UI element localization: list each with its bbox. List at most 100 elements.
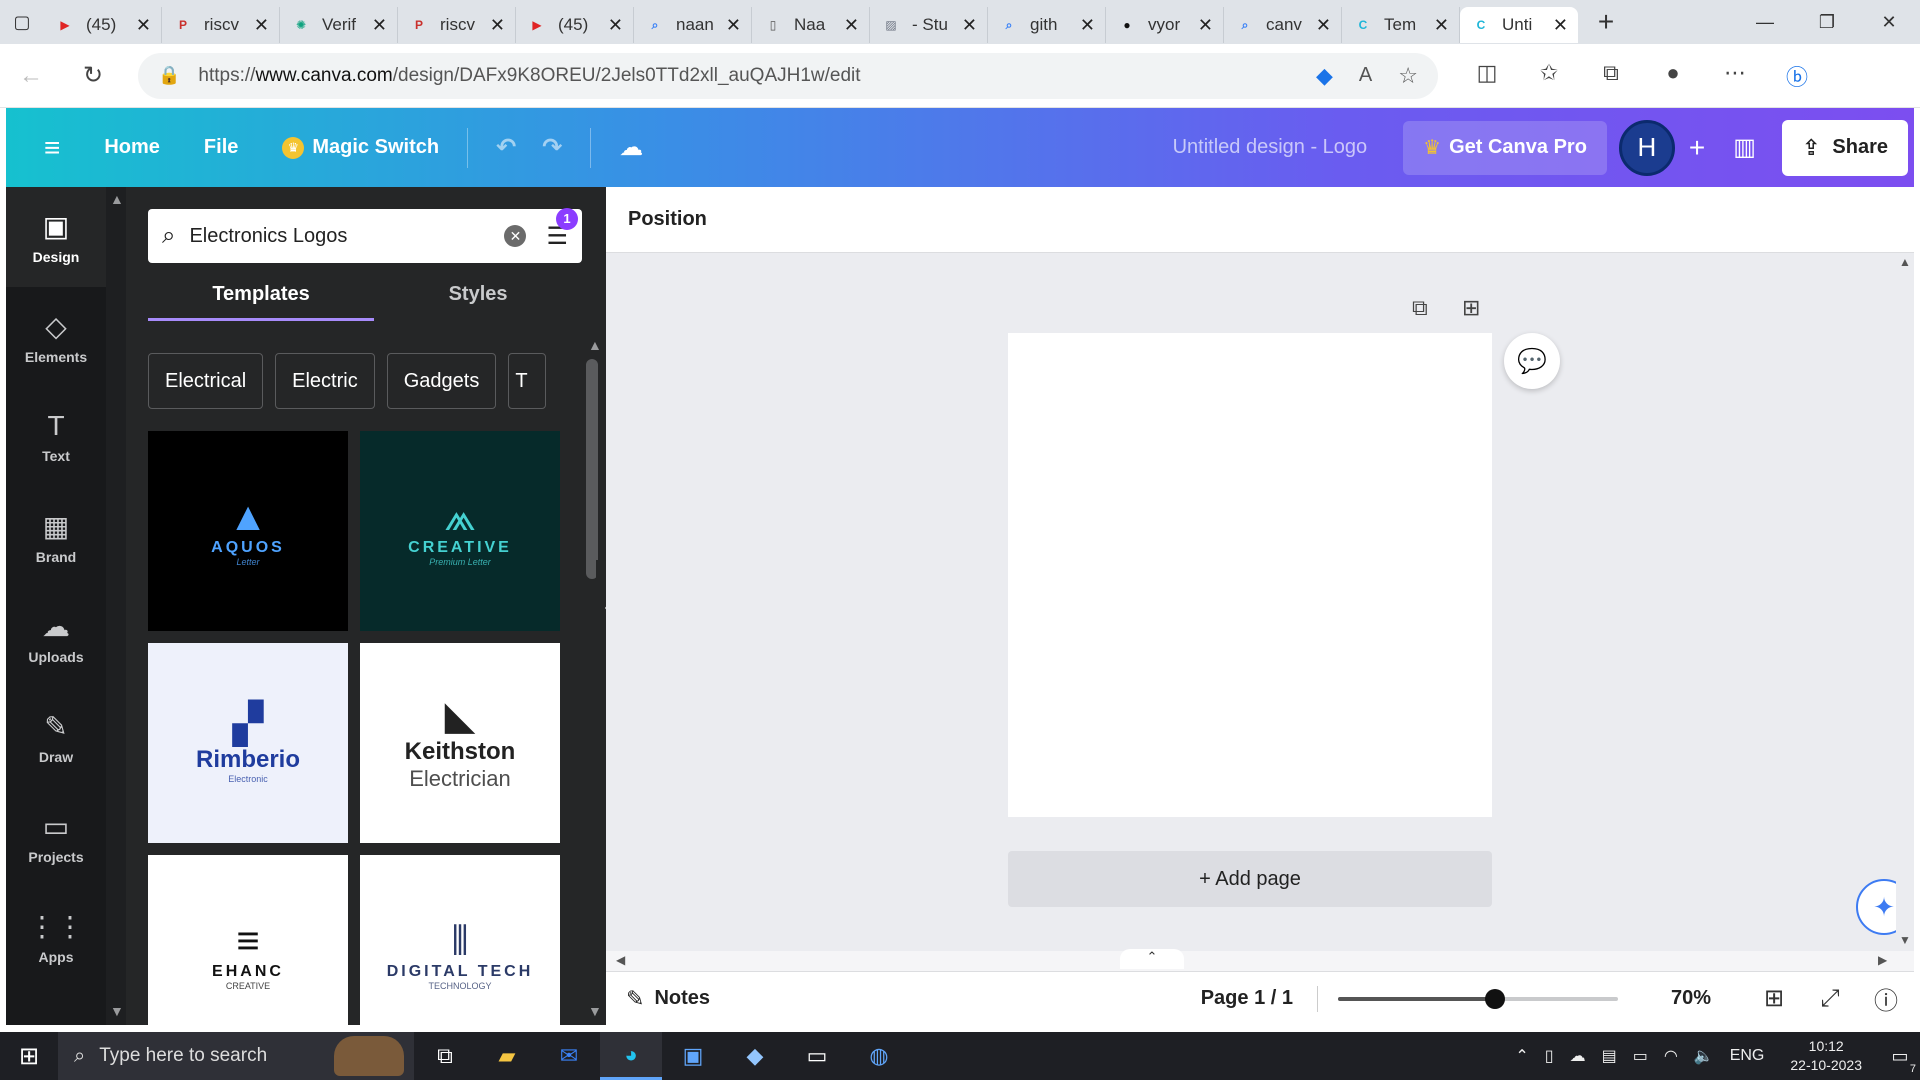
url-field[interactable]: 🔒 https://www.canva.com/design/DAFx9K8OR… — [138, 52, 1438, 99]
rail-item-design[interactable]: ▣ Design — [6, 187, 106, 287]
close-tab-icon[interactable]: ✕ — [1316, 15, 1331, 36]
magic-switch-button[interactable]: ♛ Magic Switch — [260, 136, 461, 159]
panel-scrollbar-thumb[interactable] — [586, 359, 598, 579]
edge-browser-icon[interactable]: ◕ — [600, 1032, 662, 1080]
template-thumbnail[interactable]: ▞ Rimberio Electronic — [148, 643, 348, 843]
more-menu-icon[interactable]: ⋯ — [1704, 60, 1766, 92]
file-explorer-icon[interactable]: ▰ — [476, 1032, 538, 1080]
zoom-slider-handle[interactable] — [1484, 988, 1505, 1009]
close-tab-icon[interactable]: ✕ — [1198, 15, 1213, 36]
editor-vertical-scrollbar[interactable]: ▲ ▼ — [1896, 253, 1914, 951]
mail-icon[interactable]: ✉ — [538, 1032, 600, 1080]
share-button[interactable]: ⇪ Share — [1781, 119, 1908, 176]
tab-actions-icon[interactable]: ▢ — [0, 0, 44, 44]
avatar[interactable]: H — [1618, 119, 1675, 176]
template-thumbnail[interactable]: ⫴ DIGITAL TECH TECHNOLOGY — [360, 855, 560, 1025]
template-thumbnail[interactable]: ◣ Keithston Electrician — [360, 643, 560, 843]
close-window-icon[interactable]: ✕ — [1858, 12, 1920, 33]
editor-horizontal-scrollbar[interactable]: ◀ ⌃ ▶ — [606, 949, 1914, 971]
search-input[interactable] — [189, 224, 505, 248]
scroll-down-icon[interactable]: ▼ — [1899, 933, 1911, 947]
app-icon[interactable]: ◆ — [724, 1032, 786, 1080]
add-page-icon[interactable]: ⊞ — [1462, 295, 1480, 321]
browser-tab[interactable]: ▨ - Stu ✕ — [870, 7, 988, 43]
rail-item-text[interactable]: T Text — [6, 387, 106, 487]
rail-scrollbar[interactable]: ▲ ▼ — [106, 187, 126, 1025]
close-tab-icon[interactable]: ✕ — [136, 15, 151, 36]
collections-icon[interactable]: ⧉ — [1580, 60, 1642, 92]
template-thumbnail[interactable]: ⩕ CREATIVE Premium Letter — [360, 431, 560, 631]
filter-icon[interactable]: ☰ 1 — [546, 207, 578, 251]
browser-tab[interactable]: C Unti ✕ — [1460, 7, 1578, 43]
battery-icon[interactable]: ▭ — [1633, 1046, 1648, 1066]
template-thumbnail[interactable]: ▲ AQUOS Letter — [148, 431, 348, 631]
panel-scroll-up-icon[interactable]: ▲ — [588, 337, 602, 353]
close-tab-icon[interactable]: ✕ — [962, 15, 977, 36]
undo-icon[interactable]: ↶ — [474, 133, 538, 162]
rail-item-projects[interactable]: ▭ Projects — [6, 787, 106, 887]
favorite-star-icon[interactable]: ☆ — [1398, 63, 1418, 89]
category-chip[interactable]: Electric — [275, 353, 375, 409]
close-tab-icon[interactable]: ✕ — [254, 15, 269, 36]
photos-icon[interactable]: ▣ — [662, 1032, 724, 1080]
notification-icon[interactable]: ▭ 7 — [1880, 1046, 1920, 1075]
get-canva-pro-button[interactable]: ♛ Get Canva Pro — [1403, 120, 1607, 175]
shopping-tag-icon[interactable]: ◆ — [1316, 63, 1333, 89]
clear-search-icon[interactable]: ✕ — [504, 225, 527, 247]
add-comment-icon[interactable]: 💬 — [1504, 333, 1560, 389]
cloud-saved-icon[interactable]: ☁ — [597, 133, 665, 162]
browser-tab[interactable]: ▶ (45) ✕ — [516, 7, 634, 43]
page-count[interactable]: Page 1 / 1 — [1201, 987, 1293, 1010]
browser-tab[interactable]: ⌕ canv ✕ — [1224, 7, 1342, 43]
wifi-icon[interactable]: ◠ — [1664, 1046, 1678, 1066]
minimize-icon[interactable]: — — [1734, 12, 1796, 33]
help-icon[interactable]: ⓘ — [1858, 981, 1914, 1016]
notes-button[interactable]: ✎ Notes — [606, 986, 710, 1012]
position-button[interactable]: Position — [628, 208, 707, 231]
design-title[interactable]: Untitled design - Logo — [1173, 136, 1368, 159]
close-tab-icon[interactable]: ✕ — [372, 15, 387, 36]
bing-icon[interactable]: ⓑ — [1766, 60, 1828, 92]
favorites-icon[interactable]: ✩ — [1518, 60, 1580, 92]
scroll-right-icon[interactable]: ▶ — [1878, 953, 1887, 967]
rail-item-uploads[interactable]: ☁ Uploads — [6, 587, 106, 687]
browser-tab[interactable]: Priscv ✕ — [162, 7, 280, 43]
scroll-up-icon[interactable]: ▲ — [110, 191, 124, 207]
close-tab-icon[interactable]: ✕ — [1553, 15, 1568, 36]
file-menu-button[interactable]: File — [182, 136, 260, 159]
taskbar-search[interactable]: ⌕ Type here to search — [58, 1032, 414, 1080]
new-tab-button[interactable]: + — [1584, 6, 1628, 38]
show-pages-chevron-icon[interactable]: ⌃ — [1120, 949, 1184, 969]
clock[interactable]: 10:12 22-10-2023 — [1790, 1037, 1862, 1075]
browser-tab[interactable]: C Tem ✕ — [1342, 7, 1460, 43]
grid-view-icon[interactable]: ⊞ — [1746, 984, 1802, 1013]
tab-templates[interactable]: Templates — [148, 277, 375, 321]
split-screen-icon[interactable]: ◫ — [1456, 60, 1518, 92]
task-view-icon[interactable]: ⧉ — [414, 1032, 476, 1080]
cloud-icon[interactable]: ☁ — [1570, 1046, 1586, 1066]
back-icon[interactable]: ← — [0, 62, 62, 90]
terminal-icon[interactable]: ▭ — [786, 1032, 848, 1080]
browser-tab[interactable]: ⌕ naan ✕ — [634, 7, 752, 43]
browser-tab[interactable]: ● vyor ✕ — [1106, 7, 1224, 43]
browser-tab[interactable]: ✺ Verif ✕ — [280, 7, 398, 43]
panel-scroll-down-icon[interactable]: ▼ — [588, 1003, 602, 1019]
add-collaborator-icon[interactable]: + — [1689, 132, 1705, 164]
close-tab-icon[interactable]: ✕ — [1080, 15, 1095, 36]
browser-tab[interactable]: ▯ Naa ✕ — [752, 7, 870, 43]
add-page-button[interactable]: + Add page — [1008, 851, 1492, 907]
restore-icon[interactable]: ❐ — [1796, 12, 1858, 33]
category-chip[interactable]: T — [508, 353, 547, 409]
hamburger-menu-icon[interactable]: ≡ — [6, 132, 82, 164]
close-tab-icon[interactable]: ✕ — [726, 15, 741, 36]
redo-icon[interactable]: ↷ — [538, 133, 584, 162]
home-button[interactable]: Home — [82, 136, 182, 159]
language-indicator[interactable]: ENG — [1730, 1047, 1765, 1065]
chevron-up-icon[interactable]: ⌃ — [1515, 1046, 1528, 1066]
close-tab-icon[interactable]: ✕ — [608, 15, 623, 36]
app-tray-icon[interactable]: ▤ — [1602, 1046, 1617, 1066]
duplicate-page-icon[interactable]: ⧉ — [1412, 295, 1428, 321]
template-thumbnail[interactable]: ≡ EHANC CREATIVE — [148, 855, 348, 1025]
category-chip[interactable]: Gadgets — [386, 353, 497, 409]
volume-icon[interactable]: 🔈 — [1694, 1046, 1714, 1066]
